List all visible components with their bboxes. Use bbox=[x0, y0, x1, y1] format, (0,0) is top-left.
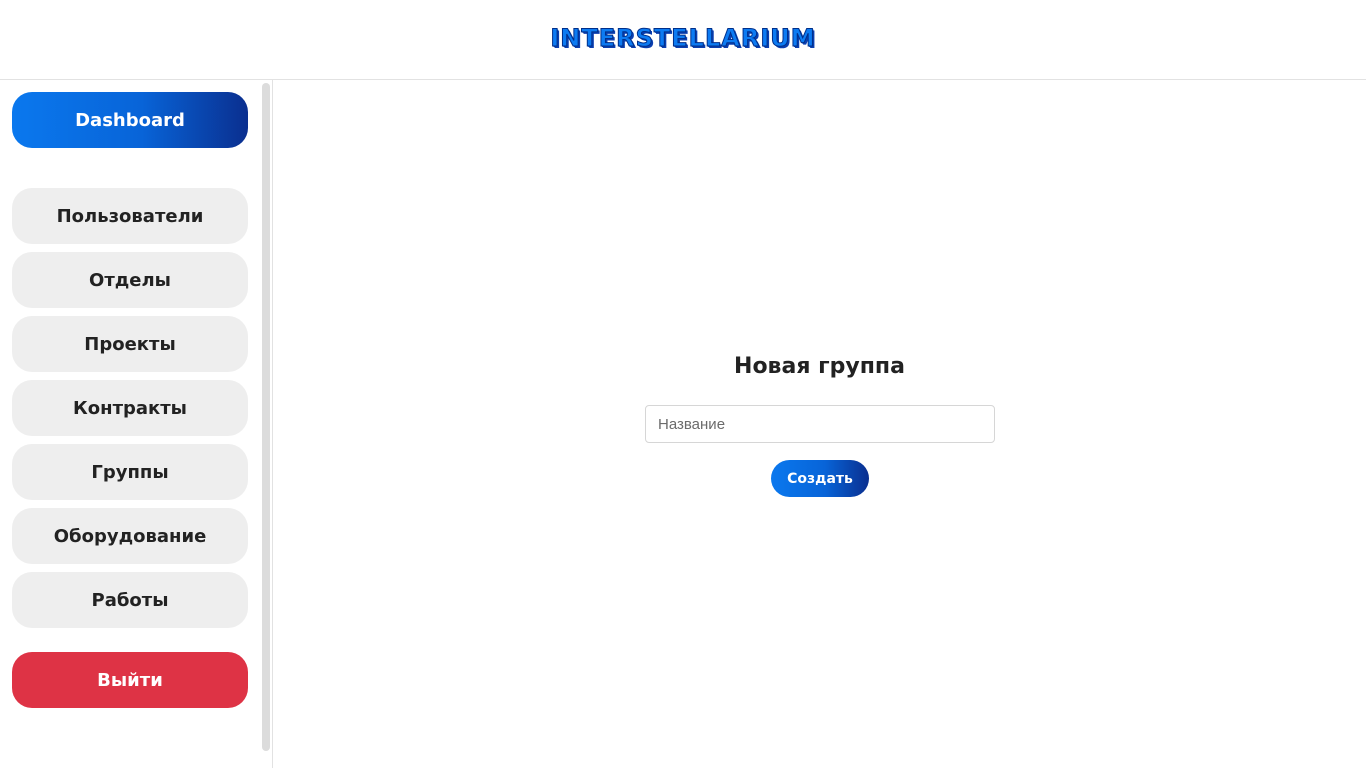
app-logo[interactable]: INTERSTELLARIUM bbox=[550, 24, 815, 53]
sidebar-item-projects[interactable]: Проекты bbox=[12, 316, 248, 372]
sidebar: Dashboard Пользователи Отделы Проекты Ко… bbox=[0, 80, 273, 768]
sidebar-scrollbar[interactable] bbox=[262, 83, 270, 751]
sidebar-item-users[interactable]: Пользователи bbox=[12, 188, 248, 244]
main-content: Новая группа Создать bbox=[273, 80, 1366, 768]
sidebar-item-dashboard[interactable]: Dashboard bbox=[12, 92, 248, 148]
sidebar-item-equipment[interactable]: Оборудование bbox=[12, 508, 248, 564]
sidebar-item-departments[interactable]: Отделы bbox=[12, 252, 248, 308]
sidebar-item-works[interactable]: Работы bbox=[12, 572, 248, 628]
sidebar-item-groups[interactable]: Группы bbox=[12, 444, 248, 500]
sidebar-item-contracts[interactable]: Контракты bbox=[12, 380, 248, 436]
page-title: Новая группа bbox=[734, 354, 905, 379]
top-header: INTERSTELLARIUM bbox=[0, 0, 1366, 80]
logout-button[interactable]: Выйти bbox=[12, 652, 248, 708]
create-button[interactable]: Создать bbox=[771, 460, 869, 497]
group-name-input[interactable] bbox=[645, 405, 995, 443]
